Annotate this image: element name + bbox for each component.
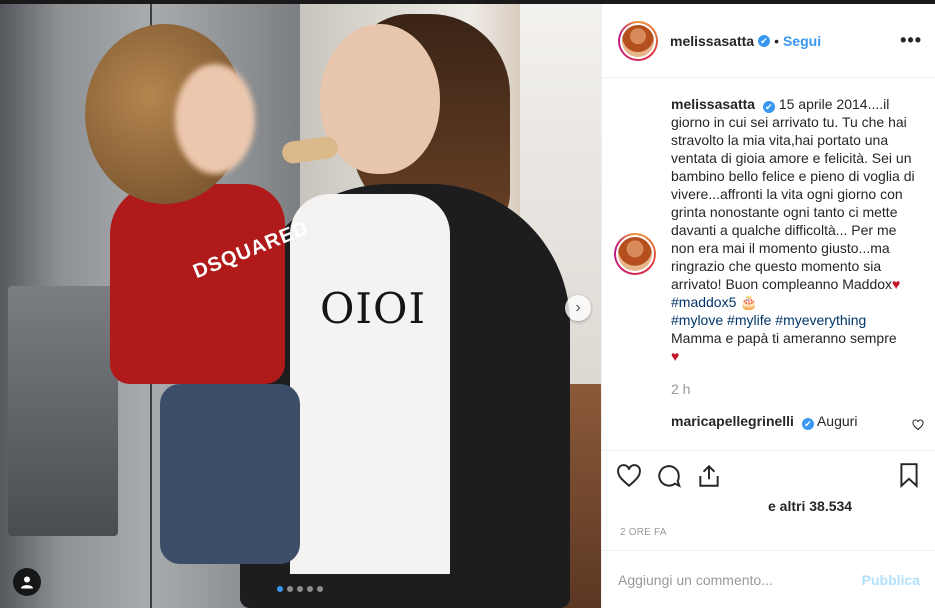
avatar[interactable]: [618, 20, 658, 61]
header-username[interactable]: melissasatta: [670, 33, 754, 49]
comment-username[interactable]: maricapellegrinelli: [671, 413, 794, 429]
comment-text: Auguri: [816, 413, 858, 429]
more-options-icon[interactable]: •••: [900, 30, 922, 51]
water-dispenser: [8, 286, 118, 536]
verified-badge-icon: ✔: [762, 101, 775, 113]
verified-badge-icon: ✔: [801, 418, 814, 430]
action-bar: [602, 450, 935, 500]
tshirt-print: OIOI: [320, 284, 427, 333]
verified-badge-icon: ✔: [758, 34, 771, 47]
caption-timestamp[interactable]: 2 h: [671, 381, 920, 397]
carousel-dot: [277, 586, 283, 592]
publish-button[interactable]: Pubblica: [862, 572, 920, 588]
caption-username[interactable]: melissasatta: [671, 96, 755, 112]
kid-red-shirt: [110, 184, 285, 384]
chevron-right-icon: ›: [575, 299, 581, 316]
carousel-indicator: [277, 586, 323, 592]
comment-like-icon[interactable]: [912, 419, 924, 431]
tagged-users-button[interactable]: [13, 568, 41, 596]
carousel-dot: [307, 586, 313, 592]
heart-emoji: ♥: [892, 276, 901, 292]
white-tshirt: [290, 194, 450, 574]
kid-face-blurred: [175, 64, 255, 174]
post-side-panel: melissasatta ✔ • Segui ••• melissasatta …: [601, 4, 935, 608]
post-header: melissasatta ✔ • Segui •••: [602, 4, 935, 78]
comment: maricapellegrinelli ✔ Auguri: [671, 413, 924, 431]
hashtag-link[interactable]: #myeverything: [775, 312, 866, 328]
carousel-dot: [317, 586, 323, 592]
user-icon: [21, 576, 33, 589]
post-timestamp[interactable]: 2 ORE FA: [620, 527, 667, 538]
carousel-dot: [297, 586, 303, 592]
kid-jeans: [160, 384, 300, 564]
woman-head: [320, 24, 440, 174]
hashtag-link[interactable]: #mylove: [671, 312, 723, 328]
carousel-dot: [287, 586, 293, 592]
heart-emoji: ♥: [671, 348, 680, 364]
caption-avatar[interactable]: [614, 233, 656, 275]
share-icon[interactable]: [696, 463, 722, 489]
carousel-next-button[interactable]: ›: [565, 295, 591, 321]
hashtag-link[interactable]: #mylife: [727, 312, 771, 328]
caption-text: 15 aprile 2014....il giorno in cui sei a…: [671, 96, 915, 292]
cake-emoji: 🎂: [740, 294, 758, 310]
likes-count[interactable]: e altri 38.534: [768, 498, 852, 514]
bookmark-icon[interactable]: [896, 462, 922, 488]
caption: melissasatta ✔ 15 aprile 2014....il gior…: [671, 95, 920, 365]
comments-list[interactable]: melissasatta ✔ 15 aprile 2014....il gior…: [602, 79, 935, 449]
separator-dot: •: [774, 32, 779, 49]
comment-input[interactable]: [618, 571, 862, 588]
comment-icon[interactable]: [656, 463, 682, 489]
heart-icon[interactable]: [616, 463, 642, 489]
hashtag-link[interactable]: #maddox5: [671, 294, 736, 310]
add-comment-bar: Pubblica: [602, 550, 935, 608]
caption-closing: Mamma e papà ti ameranno sempre: [671, 330, 897, 346]
post-photo[interactable]: OIOI DSQUARED ›: [0, 4, 601, 608]
follow-button[interactable]: Segui: [783, 33, 821, 49]
